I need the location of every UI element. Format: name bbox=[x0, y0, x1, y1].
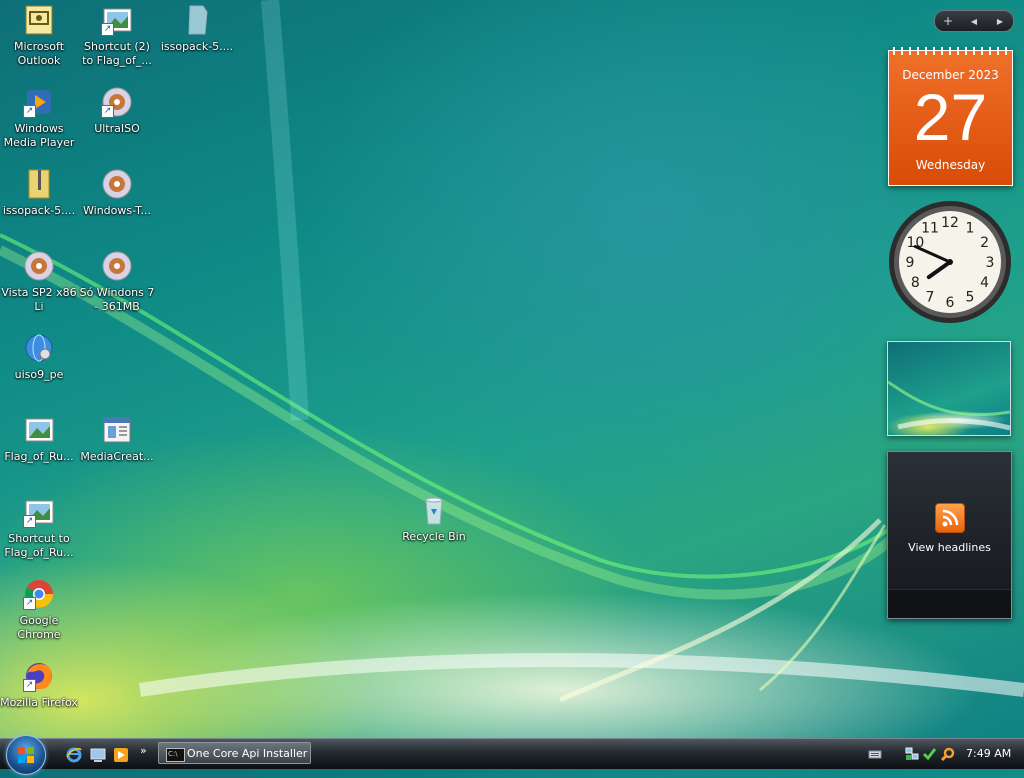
view-headlines-link[interactable]: View headlines bbox=[888, 541, 1011, 554]
rss-feed-icon bbox=[934, 503, 965, 533]
desktop-icon-label: UltraISO bbox=[94, 122, 140, 135]
shortcut-arrow-icon: ↗ bbox=[23, 105, 36, 118]
firefox-icon: ↗ bbox=[23, 660, 55, 692]
desktop-icon-mediacreat[interactable]: MediaCreat... bbox=[78, 414, 156, 464]
network-icon[interactable] bbox=[905, 747, 919, 761]
zip-folder-icon bbox=[23, 168, 55, 200]
taskbar-button-label: One Core Api Installer bbox=[187, 747, 308, 760]
show-desktop-icon[interactable] bbox=[90, 747, 106, 763]
desktop-icon-google-chrome[interactable]: ↗ Google Chrome bbox=[0, 578, 78, 642]
quick-launch-overflow-button[interactable]: » bbox=[140, 744, 147, 757]
keyboard-icon[interactable] bbox=[868, 747, 882, 761]
desktop-icon-label: Microsoft Outlook bbox=[13, 40, 65, 67]
desktop-icon-flag-shortcut[interactable]: ↗ Shortcut to Flag_of_Ru... bbox=[0, 496, 78, 560]
desktop-icon-label: issopack-5.... bbox=[160, 40, 234, 53]
clock-numeral: 6 bbox=[946, 295, 955, 311]
chrome-icon: ↗ bbox=[23, 578, 55, 610]
clock-numeral: 11 bbox=[921, 220, 939, 236]
image-file-icon: ↗ bbox=[23, 496, 55, 528]
clock-numeral: 2 bbox=[980, 235, 989, 251]
application-window-icon bbox=[101, 414, 133, 446]
next-gadget-page-button[interactable]: ▶ bbox=[987, 17, 1013, 26]
desktop-icon-windows-media-player[interactable]: ↗ Windows Media Player bbox=[0, 86, 78, 150]
disc-icon: ↗ bbox=[101, 86, 133, 118]
desktop-icon-label: Mozilla Firefox bbox=[0, 696, 78, 709]
taskbar-clock[interactable]: 7:49 AM bbox=[966, 747, 1011, 760]
shortcut-arrow-icon: ↗ bbox=[23, 515, 36, 528]
desktop-icon-uiso9-pe[interactable]: uiso9_pe bbox=[0, 332, 78, 382]
clock-numeral: 3 bbox=[986, 255, 995, 271]
clock-numeral: 5 bbox=[966, 290, 975, 306]
desktop-icon-label: Shortcut to Flag_of_Ru... bbox=[4, 532, 74, 559]
taskbar: » C:\ One Core Api Installer 7:49 AM bbox=[0, 735, 1024, 775]
calendar-gadget[interactable]: December 2023 27 Wednesday bbox=[888, 47, 1013, 186]
desktop-icon-label: Shortcut (2) to Flag_of_... bbox=[82, 40, 152, 67]
clock-numeral: 4 bbox=[980, 275, 989, 291]
desktop-icon-issopack-doc[interactable]: issopack-5.... bbox=[158, 4, 236, 54]
clock-numeral: 12 bbox=[941, 215, 959, 231]
desktop-icon-label: issopack-5.... bbox=[2, 204, 76, 217]
calendar-binding-rings bbox=[893, 47, 1008, 55]
desktop-icon-mozilla-firefox[interactable]: ↗ Mozilla Firefox bbox=[0, 660, 78, 710]
previous-gadget-page-button[interactable]: ◀ bbox=[961, 17, 987, 26]
desktop-icon-recycle-bin[interactable]: Recycle Bin bbox=[395, 494, 473, 544]
desktop-icon-label: Só Windons 7 - 361MB bbox=[79, 286, 155, 313]
security-check-icon[interactable] bbox=[922, 747, 936, 761]
clock-numeral: 1 bbox=[966, 220, 975, 236]
feed-gadget-footer bbox=[888, 589, 1011, 618]
shortcut-arrow-icon: ↗ bbox=[23, 597, 36, 610]
desktop-icon-label: Windows Media Player bbox=[3, 122, 75, 149]
globe-installer-icon bbox=[23, 332, 55, 364]
desktop-icon-label: Recycle Bin bbox=[402, 530, 466, 543]
disc-icon bbox=[101, 250, 133, 282]
outlook-icon bbox=[23, 4, 55, 36]
desktop-icon-label: Windows-T... bbox=[83, 204, 151, 217]
shortcut-arrow-icon: ↗ bbox=[101, 105, 114, 118]
desktop-icon-label: Google Chrome bbox=[17, 614, 61, 641]
desktop-icon-so-windons-7[interactable]: Só Windons 7 - 361MB bbox=[78, 250, 156, 314]
disc-icon bbox=[23, 250, 55, 282]
document-icon bbox=[181, 4, 213, 36]
desktop-icon-label: Flag_of_Ru... bbox=[4, 450, 74, 463]
windows-logo-icon bbox=[18, 747, 34, 763]
slideshow-gadget[interactable] bbox=[887, 341, 1011, 436]
clock-gadget[interactable]: 1234567891011 12 bbox=[887, 199, 1013, 325]
desktop-icon-outlook[interactable]: Microsoft Outlook bbox=[0, 4, 78, 68]
command-prompt-icon: C:\ bbox=[166, 748, 185, 762]
clock-numeral: 7 bbox=[926, 290, 935, 306]
clock-numeral: 9 bbox=[906, 255, 915, 271]
clock-numeral: 8 bbox=[911, 275, 920, 291]
image-file-icon: ↗ bbox=[101, 4, 133, 36]
desktop-icon-label: Vista SP2 x86 Li bbox=[1, 286, 77, 313]
media-player-icon[interactable] bbox=[113, 747, 129, 763]
desktop-icon-issopack-zip[interactable]: issopack-5.... bbox=[0, 168, 78, 218]
shortcut-arrow-icon: ↗ bbox=[23, 679, 36, 692]
calendar-day: 27 bbox=[913, 80, 988, 154]
desktop-icon-windows-t[interactable]: Windows-T... bbox=[78, 168, 156, 218]
desktop-icon-ultraiso[interactable]: ↗ UltraISO bbox=[78, 86, 156, 136]
image-file-icon bbox=[23, 414, 55, 446]
slideshow-image bbox=[888, 380, 1010, 431]
desktop-icon-label: uiso9_pe bbox=[14, 368, 64, 381]
desktop-icon-label: MediaCreat... bbox=[80, 450, 154, 463]
shortcut-arrow-icon: ↗ bbox=[101, 23, 114, 36]
taskbar-button-one-core-api-installer[interactable]: C:\ One Core Api Installer bbox=[158, 742, 311, 764]
desktop-icon-flag-of-ru[interactable]: Flag_of_Ru... bbox=[0, 414, 78, 464]
recycle-bin-icon bbox=[418, 494, 450, 526]
feed-headlines-gadget[interactable]: View headlines bbox=[887, 451, 1012, 619]
calendar-weekday: Wednesday bbox=[915, 158, 986, 172]
sidebar-controls: + ◀ ▶ bbox=[934, 10, 1014, 32]
search-icon[interactable] bbox=[941, 747, 955, 761]
disc-icon bbox=[101, 168, 133, 200]
desktop-icon-vista-sp2[interactable]: Vista SP2 x86 Li bbox=[0, 250, 78, 314]
internet-explorer-icon[interactable] bbox=[66, 747, 82, 763]
media-player-icon: ↗ bbox=[23, 86, 55, 118]
start-button[interactable] bbox=[6, 735, 46, 775]
desktop-icon-flag-shortcut-2[interactable]: ↗ Shortcut (2) to Flag_of_... bbox=[78, 4, 156, 68]
add-gadget-button[interactable]: + bbox=[935, 14, 961, 28]
